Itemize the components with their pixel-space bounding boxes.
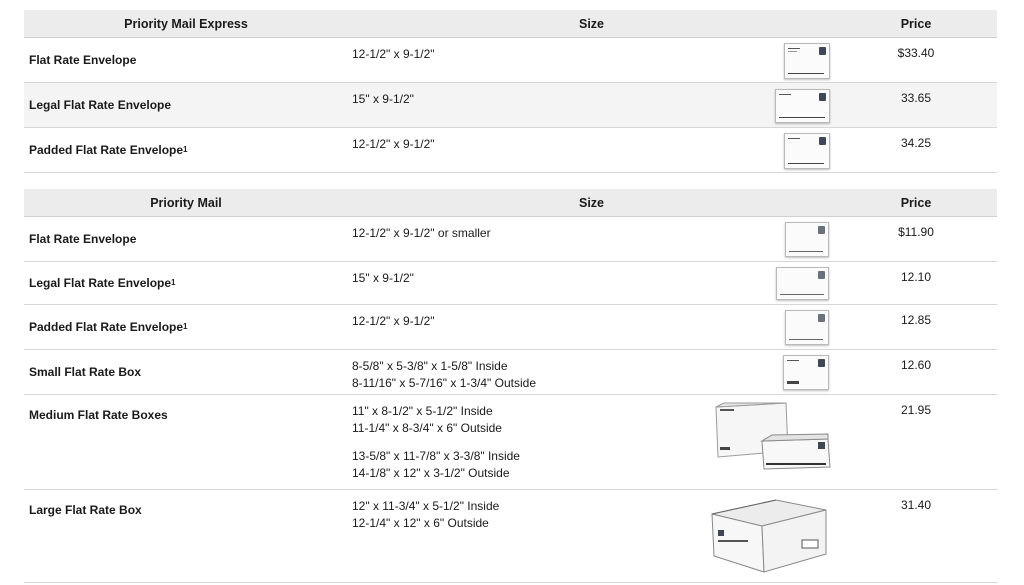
express-table: Priority Mail Express Size Price Flat Ra… [24,10,997,173]
priority-header-size: Size [578,195,604,210]
envelope-icon [785,310,829,345]
table-row: Flat Rate Envelope 12-1/2" x 9-1/2" or s… [24,217,997,262]
table-row: Large Flat Rate Box 12" x 11-3/4" x 5-1/… [24,490,997,583]
size-text: 12-1/2" x 9-1/2" or smaller [352,226,491,240]
table-row: Small Flat Rate Box 8-5/8" x 5-3/8" x 1-… [24,350,997,395]
envelope-icon [784,43,830,79]
table-row: Padded Flat Rate Envelope 1 12-1/2" x 9-1… [24,128,997,173]
table-row: Legal Flat Rate Envelope 15" x 9-1/2" 33… [24,83,997,128]
product-name: Small Flat Rate Box [29,365,142,379]
express-header-name: Priority Mail Express [124,16,248,31]
priority-header-row: Priority Mail Size Price [24,189,997,217]
price: 12.10 [900,270,932,284]
envelope-icon [776,267,829,300]
size-text: 15" x 9-1/2" [352,92,414,106]
product-name: Padded Flat Rate Envelope [29,143,184,157]
size-text: 12-1/2" x 9-1/2" [352,137,435,151]
envelope-icon [785,222,829,257]
table-row: Padded Flat Rate Envelope 1 12-1/2" x 9-1… [24,305,997,350]
footnote-marker: 1 [183,321,188,331]
product-name: Padded Flat Rate Envelope [29,320,184,334]
product-name: Large Flat Rate Box [29,503,142,517]
envelope-icon [784,133,830,169]
product-name: Medium Flat Rate Boxes [29,408,168,422]
price: $33.40 [897,46,935,60]
size-text: 12-1/2" x 9-1/2" [352,314,435,328]
price: 34.25 [900,136,932,150]
express-header-price: Price [900,16,932,31]
express-header-size: Size [578,16,604,31]
price: 12.85 [900,313,932,327]
size-text: 8-11/16" x 5-7/16" x 1-3/4" Outside [352,376,536,390]
price: 12.60 [900,358,932,372]
priority-table: Priority Mail Size Price Flat Rate Envel… [24,189,997,583]
table-row: Flat Rate Envelope 12-1/2" x 9-1/2" $33.… [24,38,997,83]
priority-header-name: Priority Mail [150,195,222,210]
product-name: Legal Flat Rate Envelope [29,276,172,290]
box-icon [783,355,829,390]
size-text: 12-1/2" x 9-1/2" [352,47,435,61]
product-name: Flat Rate Envelope [29,53,137,67]
express-header-row: Priority Mail Express Size Price [24,10,997,38]
product-name: Flat Rate Envelope [29,232,137,246]
envelope-icon [775,89,830,123]
box-icon [711,499,827,573]
footnote-marker: 1 [183,144,188,154]
size-text: 8-5/8" x 5-3/8" x 1-5/8" Inside [352,359,508,373]
footnote-marker: 1 [171,277,176,287]
table-row: Legal Flat Rate Envelope 1 15" x 9-1/2" 1… [24,262,997,305]
table-row: Medium Flat Rate Boxes 11" x 8-1/2" x 5-… [24,395,997,490]
price: 33.65 [900,91,932,105]
box-icon [715,402,831,470]
priority-header-price: Price [900,195,932,210]
price: 21.95 [900,403,932,417]
price: $11.90 [898,225,934,239]
product-name: Legal Flat Rate Envelope [29,98,172,112]
price: 31.40 [900,498,932,512]
size-text: 15" x 9-1/2" [352,271,414,285]
